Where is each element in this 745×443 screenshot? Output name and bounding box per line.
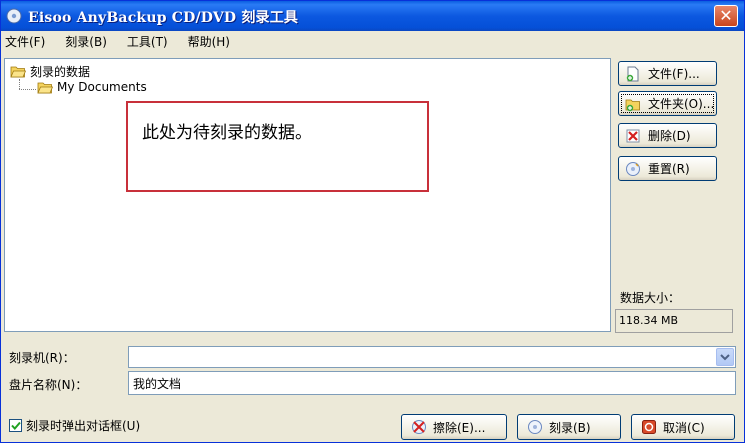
erase-icon: [412, 420, 426, 434]
popup-dialog-label: 刻录时弹出对话框(U): [26, 419, 141, 433]
burn-button[interactable]: 刻录(B): [517, 414, 621, 440]
menu-bar: 文件(F) 刻录(B) 工具(T) 帮助(H): [1, 31, 744, 51]
popup-dialog-checkbox[interactable]: [9, 419, 22, 432]
menu-tools[interactable]: 工具(T): [127, 33, 168, 50]
cancel-button[interactable]: 取消(C): [631, 414, 735, 440]
burn-data-panel[interactable]: 刻录的数据 My Documents 此处为待刻录的数据。: [4, 58, 611, 332]
title-bar[interactable]: Eisoo AnyBackup CD/DVD 刻录工具 ✕: [1, 1, 744, 31]
tree-connector: [19, 79, 20, 89]
delete-label: 删除(D): [648, 129, 691, 143]
add-file-label: 文件(F)...: [648, 67, 700, 81]
folder-add-icon: [625, 99, 640, 111]
reset-icon: [626, 161, 640, 176]
disc-app-icon: [6, 8, 22, 24]
burn-label: 刻录(B): [549, 420, 591, 435]
reset-label: 重置(R): [648, 162, 690, 176]
add-folder-button[interactable]: 文件夹(O)...: [618, 91, 717, 116]
erase-label: 擦除(E)...: [433, 420, 486, 435]
add-folder-label: 文件夹(O)...: [648, 97, 715, 111]
close-icon: ✕: [719, 6, 733, 25]
delete-button[interactable]: 删除(D): [618, 123, 717, 148]
menu-file[interactable]: 文件(F): [5, 33, 45, 50]
tree-connector: [19, 89, 36, 90]
recorder-select[interactable]: [128, 346, 736, 368]
erase-button[interactable]: 擦除(E)...: [401, 414, 507, 440]
annotation-text: 此处为待刻录的数据。: [142, 123, 312, 143]
recorder-label: 刻录机(R)：: [9, 351, 75, 365]
cancel-label: 取消(C): [663, 420, 705, 435]
data-size-value: 118.34 MB: [615, 309, 733, 333]
reset-button[interactable]: 重置(R): [618, 156, 717, 181]
chevron-down-icon: [720, 354, 730, 361]
burn-tool-window: Eisoo AnyBackup CD/DVD 刻录工具 ✕ 文件(F) 刻录(B…: [0, 0, 745, 443]
checkmark-icon: [10, 421, 21, 430]
tree-root-node[interactable]: 刻录的数据: [10, 63, 90, 80]
window-title: Eisoo AnyBackup CD/DVD 刻录工具: [28, 10, 299, 26]
folder-open-icon: [10, 66, 26, 78]
disc-name-label: 盘片名称(N)：: [9, 378, 88, 392]
folder-icon: [37, 82, 53, 93]
cancel-icon: [642, 420, 656, 434]
disc-icon: [528, 420, 542, 434]
menu-burn[interactable]: 刻录(B): [65, 33, 107, 50]
disc-name-input[interactable]: [128, 371, 736, 395]
tree-child-node[interactable]: My Documents: [37, 80, 147, 94]
popup-dialog-option[interactable]: 刻录时弹出对话框(U): [9, 417, 140, 434]
dropdown-button[interactable]: [716, 348, 734, 366]
menu-help[interactable]: 帮助(H): [188, 33, 230, 50]
tree-root-label: 刻录的数据: [30, 65, 91, 79]
data-size-label: 数据大小：: [620, 291, 681, 305]
add-file-button[interactable]: 文件(F)...: [618, 61, 717, 86]
annotation-box: 此处为待刻录的数据。: [126, 101, 429, 192]
file-add-icon: [626, 66, 639, 81]
delete-icon: [626, 129, 640, 142]
tree-child-label: My Documents: [57, 80, 147, 94]
close-button[interactable]: ✕: [714, 5, 738, 27]
